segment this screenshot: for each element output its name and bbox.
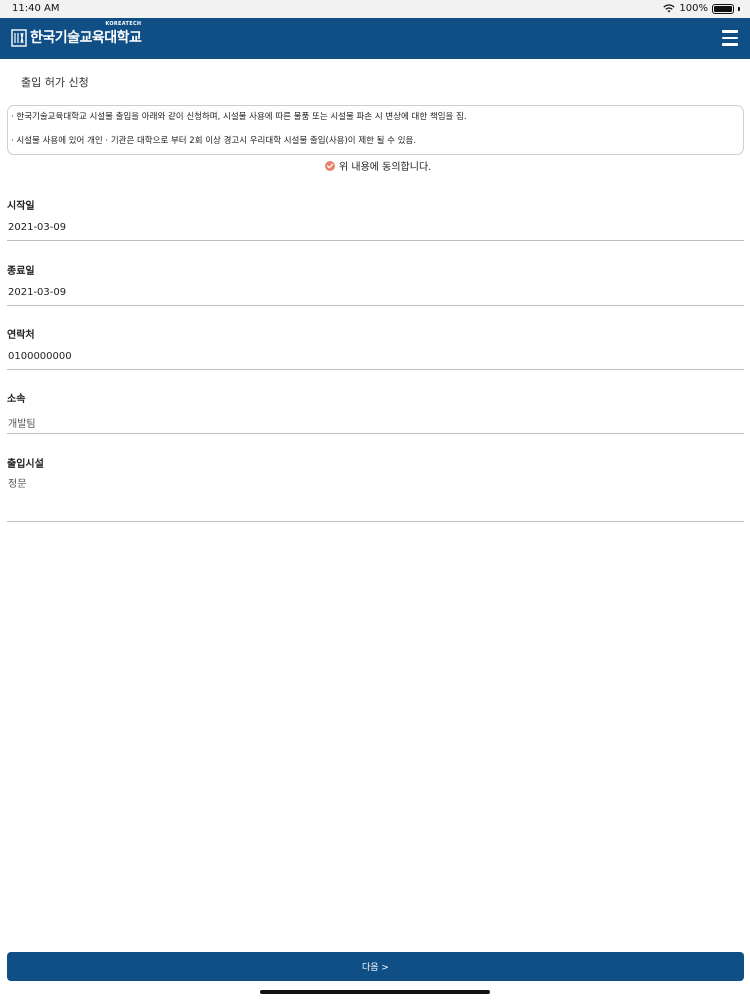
facility-label: 출입시설 <box>7 459 44 470</box>
end-date-underline <box>7 305 744 306</box>
status-time: 11:40 AM <box>12 3 60 14</box>
notice-box: · 한국기술교육대학교 시설물 출입을 아래와 같이 신청하며, 시설물 사용에… <box>7 105 744 155</box>
logo-text: KOREATECH 한국기술교육대학교 <box>30 21 142 48</box>
hamburger-menu-icon[interactable] <box>722 30 738 46</box>
contact-underline <box>7 369 744 370</box>
menu-bar <box>722 30 738 33</box>
logo[interactable]: KOREATECH 한국기술교육대학교 <box>11 21 142 48</box>
logo-mark-icon <box>11 28 27 47</box>
agree-label: 위 내용에 동의합니다. <box>339 162 432 173</box>
contact-label: 연락처 <box>7 330 35 341</box>
logo-subtitle: KOREATECH <box>105 21 142 27</box>
home-indicator[interactable] <box>260 990 490 994</box>
menu-bar <box>722 43 738 46</box>
battery-tip <box>738 6 740 11</box>
start-date-value: 2021-03-09 <box>8 222 67 233</box>
facility-value: 정문 <box>8 479 27 490</box>
notice-line: · 한국기술교육대학교 시설물 출입을 아래와 같이 신청하며, 시설물 사용에… <box>11 112 467 122</box>
notice-line: · 시설물 사용에 있어 개인 · 기관은 대학으로 부터 2회 이상 경고시 … <box>11 136 417 146</box>
contact-value: 0100000000 <box>8 351 72 362</box>
facility-field[interactable]: 정문 <box>7 472 744 521</box>
end-date-field[interactable]: 2021-03-09 <box>7 281 744 305</box>
agree-checkbox[interactable]: 위 내용에 동의합니다. <box>325 158 431 173</box>
start-date-field[interactable]: 2021-03-09 <box>7 216 744 240</box>
end-date-label: 종료일 <box>7 266 35 277</box>
logo-name: 한국기술교육대학교 <box>30 30 142 46</box>
wifi-icon <box>663 4 676 13</box>
facility-underline <box>7 521 744 522</box>
contact-field[interactable]: 0100000000 <box>7 345 744 369</box>
status-bar: 11:40 AM 100% <box>0 0 750 18</box>
affiliation-label: 소속 <box>7 394 26 405</box>
check-circle-icon <box>325 160 335 171</box>
status-indicators: 100% <box>663 3 740 14</box>
next-button[interactable]: 다음 > <box>7 952 744 981</box>
page-title: 출입 허가 신청 <box>21 76 89 89</box>
start-date-label: 시작일 <box>7 201 35 212</box>
app-header: KOREATECH 한국기술교육대학교 <box>0 18 750 59</box>
affiliation-underline <box>7 433 744 434</box>
menu-bar <box>722 36 738 39</box>
start-date-underline <box>7 240 744 241</box>
affiliation-field[interactable]: 개발팀 <box>7 409 744 433</box>
end-date-value: 2021-03-09 <box>8 287 67 298</box>
battery-percent: 100% <box>679 3 708 14</box>
affiliation-value: 개발팀 <box>8 419 36 430</box>
battery-icon <box>712 3 734 14</box>
